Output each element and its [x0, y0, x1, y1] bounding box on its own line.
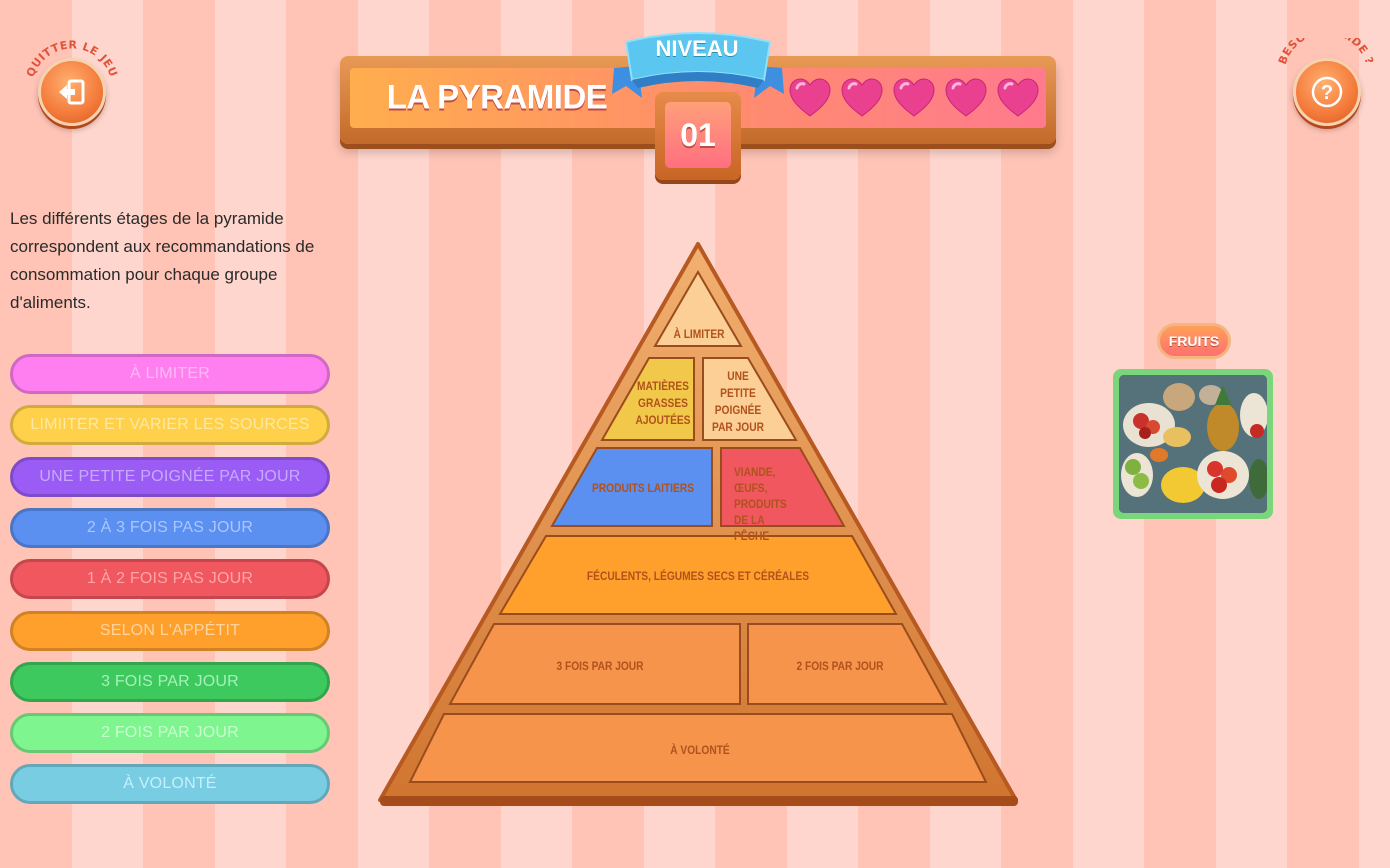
pyramid-label-meat: VIANDE, ŒUFS, PRODUITS DE LA PÊCHE — [734, 465, 787, 543]
category-button[interactable]: LIMIITER ET VARIER LES SOURCES — [10, 405, 330, 446]
heart-icon — [789, 78, 831, 117]
quit-button[interactable] — [38, 58, 106, 126]
category-button[interactable]: 2 FOIS PAR JOUR — [10, 713, 330, 754]
food-label: FRUITS — [1157, 323, 1231, 359]
exit-door-icon — [59, 79, 85, 105]
category-button[interactable]: 3 FOIS PAR JOUR — [10, 661, 330, 702]
category-button[interactable]: À VOLONTÉ — [10, 764, 330, 805]
level-number: 01 — [665, 102, 731, 168]
pyramid-label-fats: MATIÈRES GRASSES AJOUTÉES — [635, 379, 691, 427]
svg-text:?: ? — [1321, 82, 1333, 104]
heart-icon — [997, 78, 1039, 117]
heart-icon — [893, 78, 935, 117]
category-button[interactable]: UNE PETITE POIGNÉE PAR JOUR — [10, 456, 330, 497]
category-button[interactable]: SELON L'APPÉTIT — [10, 610, 330, 651]
lives-container — [788, 76, 1048, 122]
heart-icon — [945, 78, 987, 117]
pyramid-label-water: À VOLONTÉ — [670, 743, 730, 757]
instruction-text: Les différents étages de la pyramide cor… — [10, 209, 315, 312]
pyramid-label-fruit: 2 FOIS PAR JOUR — [796, 659, 884, 673]
pyramid-label-top: À LIMITER — [673, 327, 725, 341]
category-button[interactable]: 2 À 3 FOIS PAS JOUR — [10, 507, 330, 548]
question-icon: ? — [1311, 76, 1343, 108]
pyramid-label-nuts: UNE PETITE POIGNÉE PAR JOUR — [712, 369, 764, 434]
category-button[interactable]: À LIMITER — [10, 354, 330, 394]
food-card[interactable] — [1113, 369, 1273, 519]
category-button[interactable]: 1 À 2 FOIS PAS JOUR — [10, 559, 330, 600]
fruits-image — [1119, 375, 1267, 513]
game-title: LA PYRAMIDE — [386, 77, 608, 116]
help-button[interactable]: ? — [1293, 58, 1361, 126]
level-label: NIVEAU — [655, 36, 739, 61]
pyramid-label-starch: FÉCULENTS, LÉGUMES SECS ET CÉRÉALES — [586, 569, 810, 583]
pyramid-label-veg: 3 FOIS PAR JOUR — [556, 659, 644, 673]
pyramid-label-dairy: PRODUITS LAITIERS — [591, 481, 694, 495]
heart-icon — [841, 78, 883, 117]
